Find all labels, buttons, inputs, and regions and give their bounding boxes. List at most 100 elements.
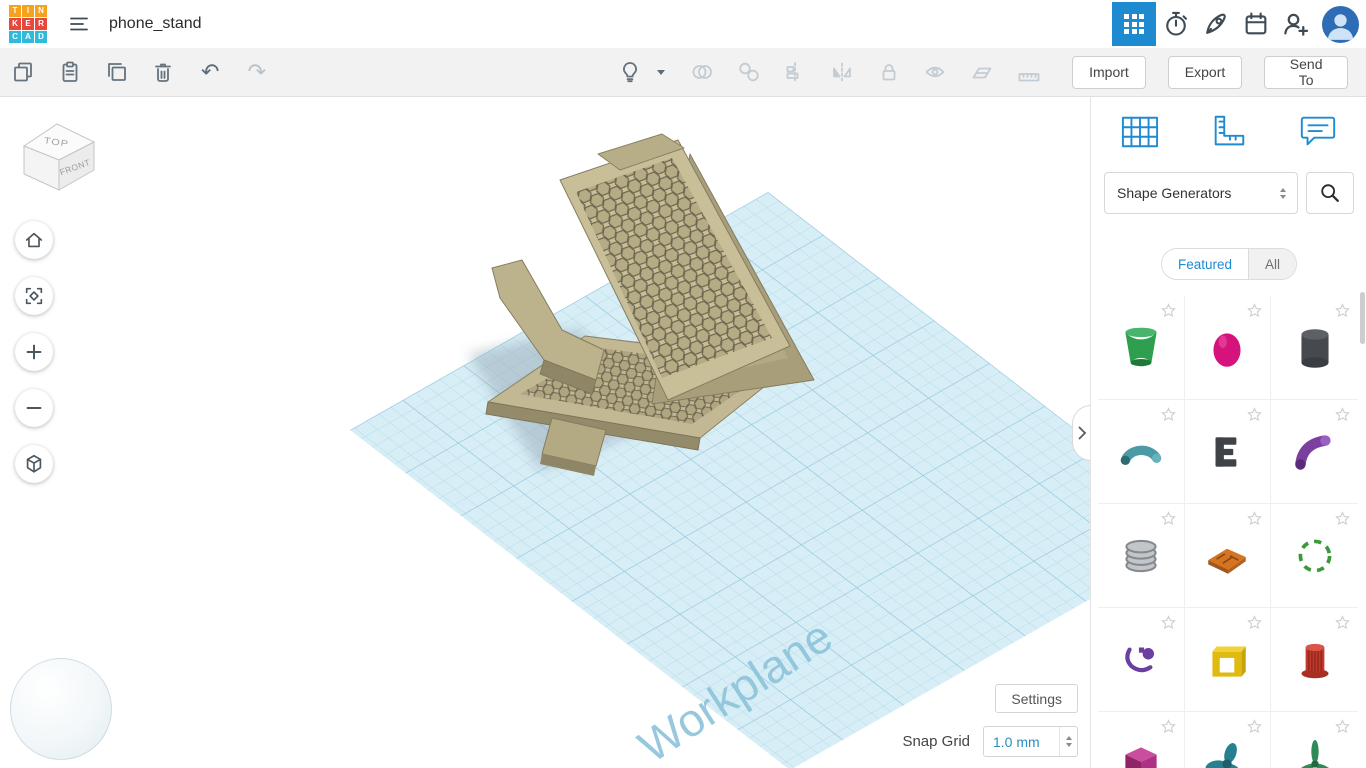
- tinkercad-logo[interactable]: T I N K E R C A D: [9, 5, 47, 43]
- calendar-icon[interactable]: [1236, 2, 1276, 46]
- home-view-button[interactable]: [15, 221, 53, 259]
- shape-item-elbow-pipe[interactable]: [1271, 400, 1358, 504]
- star-icon[interactable]: [1246, 718, 1263, 735]
- stopwatch-icon[interactable]: [1156, 2, 1196, 46]
- hide-icon[interactable]: [912, 48, 959, 96]
- star-icon[interactable]: [1334, 718, 1351, 735]
- apps-grid-glyph: [1124, 14, 1144, 34]
- ruler-tool-icon[interactable]: [1005, 48, 1052, 96]
- lock-icon[interactable]: [865, 48, 912, 96]
- star-icon[interactable]: [1334, 510, 1351, 527]
- snap-grid-spinner[interactable]: [1059, 727, 1077, 756]
- apps-grid-icon[interactable]: [1112, 2, 1156, 46]
- curved-tube-shape-icon: [1116, 427, 1166, 477]
- terrain-shape-icon: [1202, 531, 1252, 581]
- notes-icon[interactable]: [1295, 109, 1341, 155]
- dropdown-caret-icon[interactable]: [649, 48, 672, 96]
- show-all-icon[interactable]: [610, 48, 649, 96]
- search-icon: [1319, 182, 1341, 204]
- group-icon[interactable]: [678, 48, 725, 96]
- shape-item-coil[interactable]: [1098, 504, 1185, 608]
- shape-item-spool[interactable]: [1098, 296, 1185, 400]
- send-to-button[interactable]: Send To: [1264, 56, 1348, 89]
- cylinder-shape-icon: [1290, 323, 1340, 373]
- settings-button[interactable]: Settings: [995, 684, 1078, 713]
- star-icon[interactable]: [1334, 302, 1351, 319]
- shape-item-open-box[interactable]: [1185, 608, 1272, 712]
- star-icon[interactable]: [1334, 614, 1351, 631]
- star-icon[interactable]: [1334, 406, 1351, 423]
- fit-view-button[interactable]: [15, 277, 53, 315]
- star-icon[interactable]: [1160, 302, 1177, 319]
- view-cube[interactable]: TOP FRONT: [22, 116, 102, 196]
- panel-scrollbar[interactable]: [1360, 292, 1365, 344]
- shape-item-curved-tube[interactable]: [1098, 400, 1185, 504]
- star-icon[interactable]: [1246, 406, 1263, 423]
- import-button[interactable]: Import: [1072, 56, 1146, 89]
- workplane-grid-icon[interactable]: [1117, 109, 1163, 155]
- logo-cell: E: [22, 18, 34, 30]
- shape-item-egg[interactable]: [1185, 296, 1272, 400]
- zoom-in-button[interactable]: [15, 333, 53, 371]
- search-button[interactable]: [1306, 172, 1354, 214]
- avatar[interactable]: [1322, 6, 1359, 43]
- star-icon[interactable]: [1160, 718, 1177, 735]
- star-icon[interactable]: [1246, 614, 1263, 631]
- shape-item-dashed-ring[interactable]: [1271, 504, 1358, 608]
- header: T I N K E R C A D phone_stand: [0, 0, 1366, 49]
- perspective-toggle-button[interactable]: [15, 445, 53, 483]
- menu-list-icon[interactable]: [59, 2, 99, 46]
- shape-category-value: Shape Generators: [1105, 185, 1274, 201]
- duplicate-icon[interactable]: [93, 48, 140, 96]
- shape-category-select[interactable]: Shape Generators: [1104, 172, 1298, 214]
- shape-item-knurled-knob[interactable]: [1271, 608, 1358, 712]
- shape-item-three-blade-propeller[interactable]: [1271, 712, 1358, 768]
- orbit-sphere: [10, 658, 112, 760]
- redo-icon[interactable]: ↷: [234, 48, 281, 96]
- snap-grid-label: Snap Grid: [902, 733, 970, 750]
- open-box-shape-icon: [1202, 635, 1252, 685]
- logo-cell: N: [35, 5, 47, 17]
- tab-all[interactable]: All: [1248, 249, 1296, 279]
- paste-icon[interactable]: [47, 48, 94, 96]
- chevron-right-icon: [1077, 426, 1087, 440]
- logo-cell: D: [35, 31, 47, 43]
- snap-grid-select[interactable]: 1.0 mm: [983, 726, 1078, 757]
- panel-collapse-tab[interactable]: [1072, 405, 1090, 461]
- logo-cell: I: [22, 5, 34, 17]
- ungroup-icon[interactable]: [725, 48, 772, 96]
- extrusion-e-shape-icon: [1202, 427, 1252, 477]
- zoom-out-button[interactable]: [15, 389, 53, 427]
- select-arrows-icon: [1274, 173, 1291, 213]
- scene: Workplane: [0, 96, 1090, 768]
- export-button[interactable]: Export: [1168, 56, 1242, 89]
- three-blade-propeller-shape-icon: [1290, 739, 1340, 768]
- workplane-tool-icon[interactable]: [959, 48, 1006, 96]
- shape-item-cube[interactable]: [1098, 712, 1185, 768]
- copy-icon[interactable]: [0, 48, 47, 96]
- star-icon[interactable]: [1160, 614, 1177, 631]
- tab-featured[interactable]: Featured: [1162, 249, 1248, 279]
- shape-item-character[interactable]: [1098, 608, 1185, 712]
- snap-grid-row: Snap Grid 1.0 mm: [902, 726, 1078, 757]
- shape-item-terrain[interactable]: [1185, 504, 1272, 608]
- star-icon[interactable]: [1246, 510, 1263, 527]
- ruler-icon[interactable]: [1206, 109, 1252, 155]
- toolbar: ↶ ↷: [0, 48, 1366, 97]
- shape-item-extrusion[interactable]: [1185, 400, 1272, 504]
- delete-icon[interactable]: [140, 48, 187, 96]
- rocket-icon[interactable]: [1196, 2, 1236, 46]
- shape-item-cylinder[interactable]: [1271, 296, 1358, 400]
- canvas-3d-viewport[interactable]: Workplane: [0, 96, 1090, 768]
- shape-item-propeller[interactable]: [1185, 712, 1272, 768]
- star-icon[interactable]: [1246, 302, 1263, 319]
- snap-grid-value: 1.0 mm: [984, 734, 1059, 750]
- star-icon[interactable]: [1160, 510, 1177, 527]
- align-icon[interactable]: [772, 48, 819, 96]
- mirror-icon[interactable]: [819, 48, 866, 96]
- invite-person-icon[interactable]: [1276, 2, 1316, 46]
- panel-tools: [1091, 96, 1366, 168]
- document-title[interactable]: phone_stand: [109, 15, 202, 33]
- star-icon[interactable]: [1160, 406, 1177, 423]
- undo-icon[interactable]: ↶: [187, 48, 234, 96]
